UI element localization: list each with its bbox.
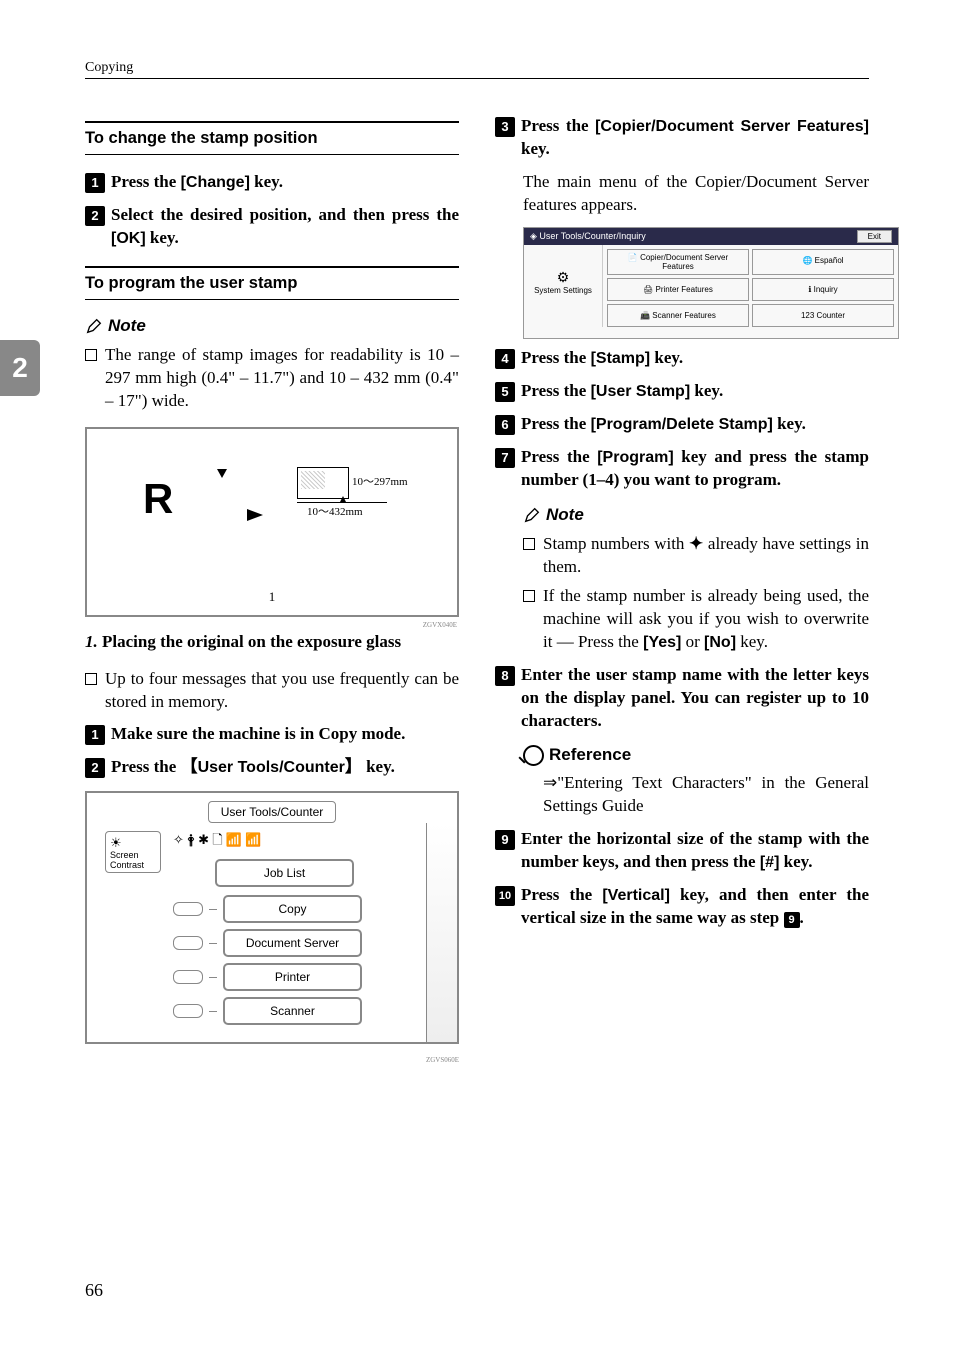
step-number-5: 5 bbox=[495, 382, 515, 402]
step-3-description: The main menu of the Copier/Document Ser… bbox=[495, 171, 869, 217]
dim-height: 10～297mm bbox=[352, 473, 408, 489]
bullet-icon bbox=[523, 590, 535, 602]
step-10-vertical: 10 Press the [Vertical] key, and then en… bbox=[495, 884, 869, 930]
step-9-horizontal: 9 Enter the horizontal size of the stamp… bbox=[495, 828, 869, 874]
step-1-change: 1 Press the [Change] key. bbox=[85, 171, 459, 194]
figure-caption: 1 bbox=[269, 589, 276, 605]
bullet-icon bbox=[85, 673, 97, 685]
step-1-copy-mode: 1 Make sure the machine is in Copy mode. bbox=[85, 723, 459, 746]
step-number-8: 8 bbox=[495, 666, 515, 686]
step-number-1: 1 bbox=[85, 725, 105, 745]
screenshot-user-tools: ◈ User Tools/Counter/Inquiry Exit ⚙Syste… bbox=[495, 227, 897, 337]
copy-button: Copy bbox=[223, 895, 362, 923]
step-8-enter-name: 8 Enter the user stamp name with the let… bbox=[495, 664, 869, 733]
arrow-right-icon bbox=[247, 509, 263, 521]
hash-key: [#] bbox=[760, 854, 780, 871]
step-7-program: 7 Press the [Program] key and press the … bbox=[495, 446, 869, 492]
bullet-icon bbox=[85, 349, 97, 361]
step-ref-9: 9 bbox=[784, 912, 800, 928]
step-2-user-tools: 2 Press the 【User Tools/Counter】 key. bbox=[85, 756, 459, 779]
note-bullet-range: The range of stamp images for readabilit… bbox=[85, 344, 459, 413]
page-header: Copying bbox=[85, 60, 869, 79]
user-stamp-key: [User Stamp] bbox=[591, 383, 691, 400]
magnifier-icon bbox=[523, 745, 544, 766]
doc-server-button: Document Server bbox=[223, 929, 362, 957]
screen-contrast: ☀ScreenContrast bbox=[105, 831, 161, 873]
pencil-icon bbox=[85, 317, 103, 335]
panel-id: ZGVS060E bbox=[85, 1056, 459, 1064]
no-key: [No] bbox=[704, 634, 736, 651]
vertical-key: [Vertical] bbox=[602, 887, 670, 904]
step-number-7: 7 bbox=[495, 448, 515, 468]
change-key: [Change] bbox=[181, 174, 250, 191]
yes-key: [Yes] bbox=[643, 634, 681, 651]
figure-stamp-dimensions: R 10～297mm 10～432mm 1 ZGVX040E bbox=[85, 427, 459, 617]
ok-key: [OK] bbox=[111, 230, 146, 247]
bullet-memory: Up to four messages that you use frequen… bbox=[85, 668, 459, 714]
note-bullet-diamond: Stamp numbers with ✦ already have settin… bbox=[495, 533, 869, 579]
step-number-6: 6 bbox=[495, 415, 515, 435]
program-delete-key: [Program/Delete Stamp] bbox=[591, 416, 773, 433]
step-number-2: 2 bbox=[85, 758, 105, 778]
step-6-program-delete: 6 Press the [Program/Delete Stamp] key. bbox=[495, 413, 869, 436]
step-number-3: 3 bbox=[495, 117, 515, 137]
step-number-1: 1 bbox=[85, 173, 105, 193]
arrow-down-icon bbox=[217, 469, 227, 478]
procedure-heading: 1. Placing the original on the exposure … bbox=[85, 631, 459, 654]
stamp-key: [Stamp] bbox=[591, 350, 651, 367]
step-2-select-position: 2 Select the desired position, and then … bbox=[85, 204, 459, 250]
scanner-button: Scanner bbox=[223, 997, 362, 1025]
figure-id: ZGVX040E bbox=[423, 621, 457, 629]
step-number-2: 2 bbox=[85, 206, 105, 226]
figure-r-label: R bbox=[143, 475, 173, 523]
step-number-10: 10 bbox=[495, 886, 515, 906]
program-key: [Program] bbox=[597, 449, 673, 466]
copier-features-key: [Copier/Document Server Features] bbox=[595, 118, 869, 135]
right-column: 3 Press the [Copier/Document Server Feat… bbox=[495, 105, 869, 1064]
diamond-arrow-icon: ✦ bbox=[689, 534, 703, 553]
control-panel-figure: User Tools/Counter ☀ScreenContrast ✧ 🛉 ✱… bbox=[85, 791, 459, 1044]
pencil-icon bbox=[523, 506, 541, 524]
note-heading: Note bbox=[495, 505, 869, 525]
reference-text: ⇒"Entering Text Characters" in the Gener… bbox=[495, 772, 869, 818]
user-tools-key: User Tools/Counter bbox=[198, 759, 345, 776]
step-5-user-stamp: 5 Press the [User Stamp] key. bbox=[495, 380, 869, 403]
note-heading: Note bbox=[85, 316, 459, 336]
reference-heading: Reference bbox=[495, 745, 869, 766]
dim-width: 10～432mm bbox=[307, 503, 363, 519]
subheading-program-stamp: To program the user stamp bbox=[85, 266, 459, 300]
bullet-icon bbox=[523, 538, 535, 550]
chapter-tab: 2 bbox=[0, 340, 40, 396]
step-4-stamp: 4 Press the [Stamp] key. bbox=[495, 347, 869, 370]
step-3-copier-features: 3 Press the [Copier/Document Server Feat… bbox=[495, 115, 869, 161]
note-bullet-overwrite: If the stamp number is already being use… bbox=[495, 585, 869, 654]
left-column: To change the stamp position 1 Press the… bbox=[85, 105, 459, 1064]
printer-button: Printer bbox=[223, 963, 362, 991]
panel-title: User Tools/Counter bbox=[208, 801, 337, 823]
subheading-change-position: To change the stamp position bbox=[85, 121, 459, 155]
step-number-9: 9 bbox=[495, 830, 515, 850]
page-number: 66 bbox=[85, 1280, 103, 1301]
job-list-button: Job List bbox=[215, 859, 354, 887]
step-number-4: 4 bbox=[495, 349, 515, 369]
